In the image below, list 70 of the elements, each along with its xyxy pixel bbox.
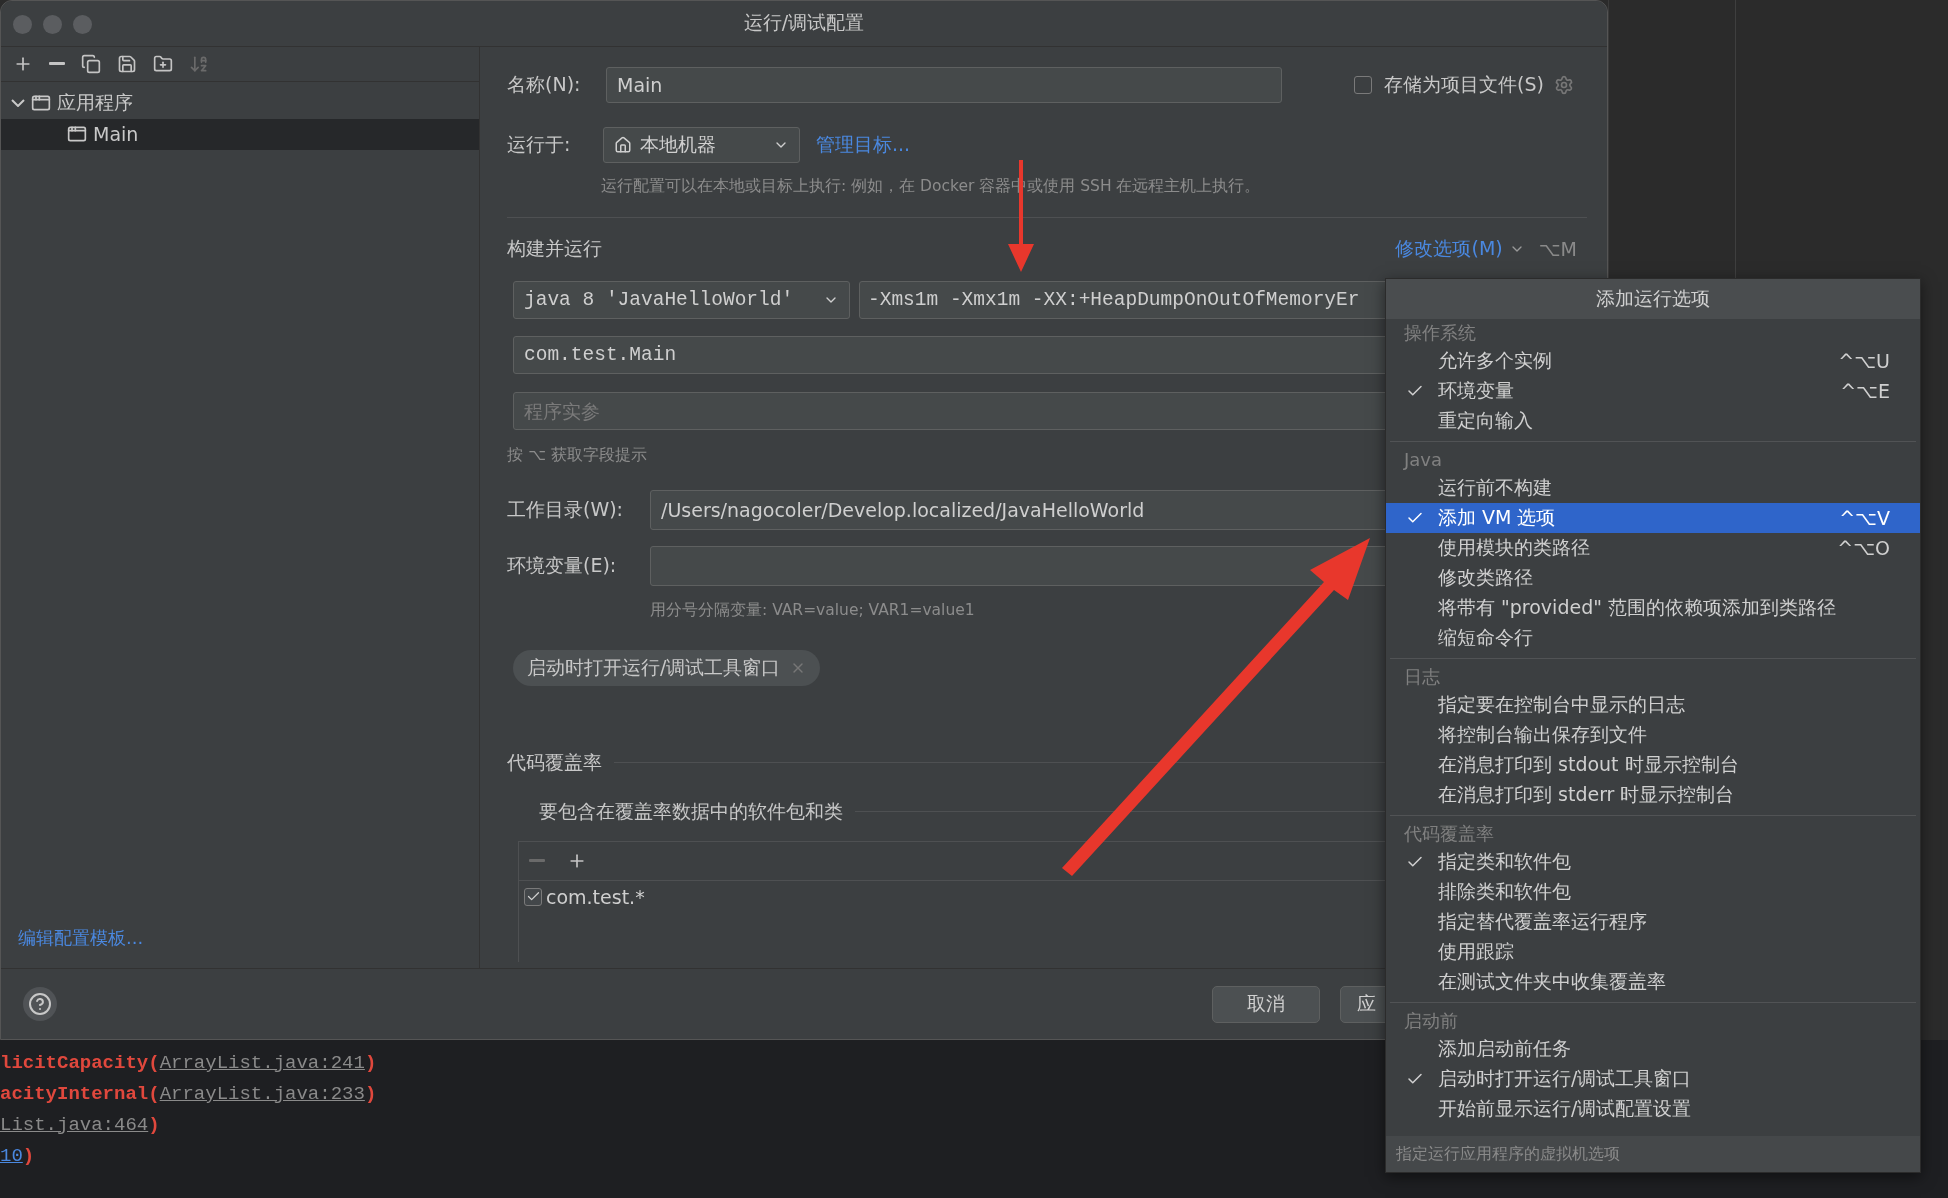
- menu-item[interactable]: 添加启动前任务: [1386, 1034, 1920, 1064]
- menu-item[interactable]: 将控制台输出保存到文件: [1386, 720, 1920, 750]
- field-label: 环境变量(E):: [507, 552, 618, 578]
- save-icon: [117, 53, 137, 74]
- console-text: acityInternal(: [0, 1082, 160, 1105]
- menu-item[interactable]: 排除类和软件包: [1386, 877, 1920, 907]
- cancel-button[interactable]: 取消: [1212, 985, 1320, 1023]
- field-label: 工作目录(W):: [507, 496, 624, 522]
- console-text: ): [148, 1113, 160, 1136]
- help-icon: [28, 992, 52, 1017]
- popup-title: 添加运行选项: [1386, 279, 1920, 319]
- run-target-dropdown[interactable]: 本地机器: [603, 126, 800, 163]
- folder-tool-button[interactable]: [153, 53, 173, 74]
- subsection-title: 要包含在覆盖率数据中的软件包和类: [539, 798, 843, 824]
- folder-plus-icon: [153, 53, 173, 74]
- menu-section-title: 日志: [1403, 664, 1441, 689]
- checkbox[interactable]: [1354, 75, 1372, 94]
- menu-item[interactable]: 在消息打印到 stdout 时显示控制台: [1386, 750, 1920, 780]
- console-text: ): [364, 1082, 377, 1105]
- menu-item[interactable]: 指定类和软件包: [1386, 847, 1920, 877]
- window-title: 运行/调试配置: [743, 10, 865, 36]
- copy-tool-button[interactable]: [81, 53, 101, 74]
- name-field[interactable]: Main: [606, 66, 1282, 103]
- settings-icon[interactable]: [1553, 74, 1574, 95]
- remove-icon: [529, 859, 545, 863]
- tree-item[interactable]: 应用程序: [1, 87, 479, 119]
- menu-item[interactable]: 开始前显示运行/调试配置设置: [1386, 1094, 1920, 1124]
- hint-text: 按 ⌥ 获取字段提示: [507, 445, 647, 467]
- menu-item[interactable]: 启动时打开运行/调试工具窗口: [1386, 1064, 1920, 1094]
- menu-item[interactable]: 修改类路径: [1386, 563, 1920, 593]
- menu-section-title: 代码覆盖率: [1403, 821, 1495, 846]
- section-title: 代码覆盖率: [507, 749, 602, 775]
- menu-item[interactable]: 将带有 "provided" 范围的依赖项添加到类路径: [1386, 593, 1920, 623]
- menu-section-title: 启动前: [1403, 1008, 1459, 1033]
- menu-item[interactable]: 在消息打印到 stderr 时显示控制台: [1386, 780, 1920, 810]
- chevron-down-icon: [11, 99, 25, 108]
- window-icon: [31, 93, 51, 114]
- console-link[interactable]: ArrayList.java:233: [159, 1082, 365, 1105]
- window-icon: [67, 124, 87, 145]
- help-button[interactable]: [23, 987, 57, 1022]
- option-chip[interactable]: 启动时打开运行/调试工具窗口: [513, 649, 821, 686]
- menu-item[interactable]: 缩短命令行: [1386, 623, 1920, 653]
- remove-icon: [49, 62, 65, 66]
- menu-item[interactable]: 使用跟踪: [1386, 937, 1920, 967]
- menu-item[interactable]: 指定替代覆盖率运行程序: [1386, 907, 1920, 937]
- checkbox[interactable]: [524, 887, 542, 906]
- copy-icon: [81, 53, 101, 74]
- section-title: 构建并运行: [507, 235, 603, 261]
- package-pattern: com.test.*: [546, 885, 645, 908]
- console-link[interactable]: ArrayList.java:241: [159, 1051, 365, 1074]
- console-link[interactable]: 10: [0, 1144, 23, 1167]
- save-tool-button[interactable]: [117, 53, 137, 74]
- tree-item[interactable]: Main: [1, 118, 479, 150]
- remove-tool-button[interactable]: [49, 62, 65, 66]
- popup-hint: 指定运行应用程序的虚拟机选项: [1386, 1136, 1920, 1172]
- console-text: licitCapacity(: [0, 1051, 160, 1074]
- field-label: 运行于:: [507, 131, 572, 157]
- jre-dropdown[interactable]: java 8 'JavaHelloWorld': [513, 280, 850, 319]
- menu-item[interactable]: 使用模块的类路径 ^⌥O: [1386, 533, 1920, 563]
- menu-section-title: Java: [1402, 448, 1444, 472]
- console-text: ): [22, 1144, 35, 1167]
- home-icon: [614, 135, 632, 154]
- hint-text: 用分号分隔变量: VAR=value; VAR1=value1: [650, 600, 975, 622]
- field-label: 名称(N):: [507, 71, 582, 97]
- menu-item[interactable]: 指定要在控制台中显示的日志: [1386, 690, 1920, 720]
- console-text: ): [364, 1051, 377, 1074]
- menu-item[interactable]: 添加 VM 选项 ^⌥V: [1386, 503, 1920, 533]
- checkbox-label: 存储为项目文件(S): [1384, 71, 1544, 97]
- shortcut-text: ⌥M: [1538, 237, 1577, 260]
- console-link[interactable]: List.java:464: [0, 1113, 149, 1136]
